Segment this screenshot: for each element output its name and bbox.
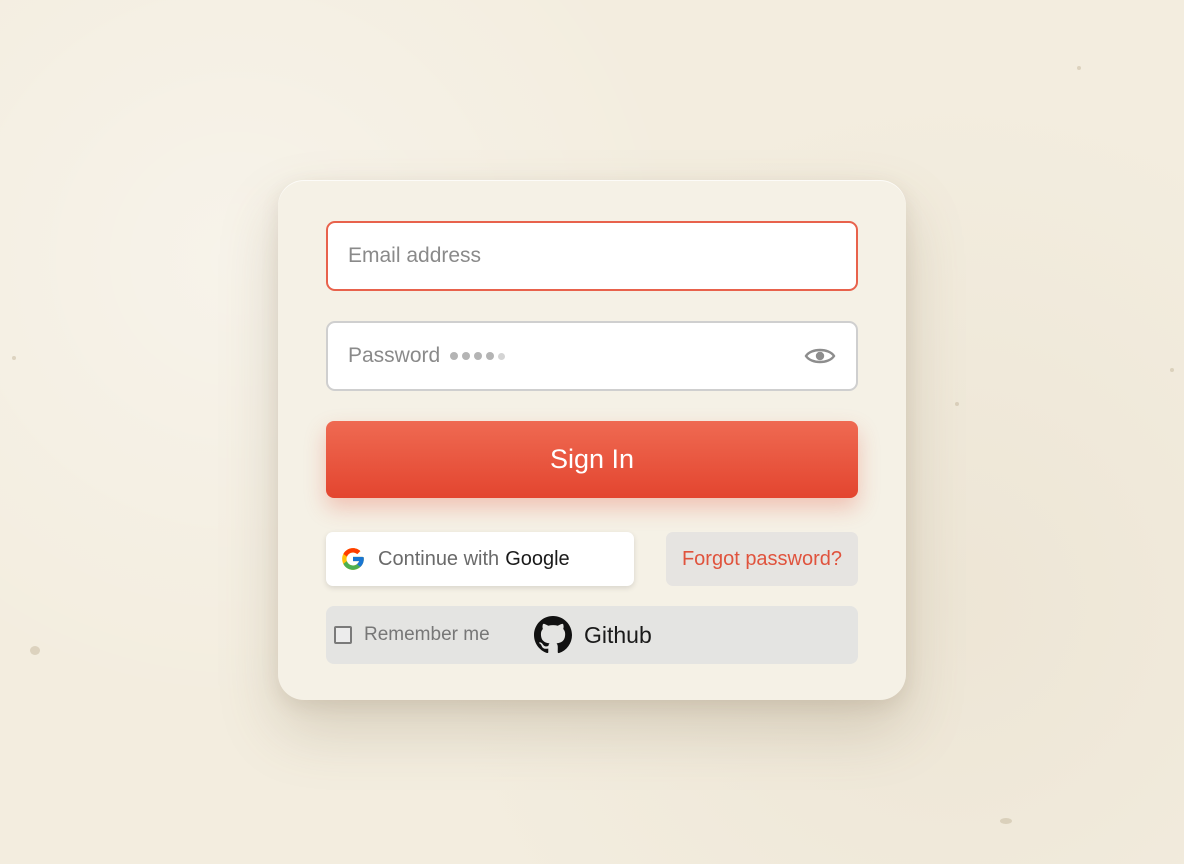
- paper-fleck: [1000, 818, 1012, 824]
- password-mask: [450, 352, 506, 360]
- mask-dot: [498, 352, 506, 360]
- remember-github-row: Remember me Github: [326, 606, 858, 664]
- email-field[interactable]: Email address: [326, 221, 858, 291]
- mask-dot: [474, 352, 483, 360]
- paper-fleck: [12, 356, 16, 360]
- remember-me-checkbox[interactable]: [334, 626, 352, 644]
- sign-in-button[interactable]: Sign In: [326, 421, 858, 498]
- google-icon: [342, 548, 364, 570]
- paper-fleck: [1077, 66, 1081, 70]
- google-button-label: Continue with: [378, 547, 500, 570]
- forgot-password-link[interactable]: Forgot password?: [666, 532, 858, 586]
- mask-dot: [486, 352, 495, 360]
- login-card: Email address Password Sign In Continue …: [278, 180, 906, 700]
- password-field[interactable]: Password: [326, 321, 858, 391]
- email-placeholder: Email address: [348, 244, 482, 267]
- remember-me-label: Remember me: [364, 624, 490, 645]
- eye-icon[interactable]: [804, 345, 836, 367]
- github-button-label: Github: [584, 621, 652, 648]
- github-icon: [534, 616, 572, 654]
- google-brand-label: Google: [505, 547, 570, 570]
- paper-fleck: [1170, 368, 1174, 372]
- continue-with-google-button[interactable]: Continue with Google: [326, 532, 634, 586]
- password-placeholder: Password: [348, 344, 441, 367]
- paper-fleck: [30, 646, 40, 655]
- remember-me-toggle[interactable]: Remember me: [334, 606, 490, 664]
- mask-dot: [462, 352, 471, 360]
- paper-fleck: [955, 402, 959, 406]
- mask-dot: [450, 352, 459, 360]
- github-button[interactable]: Github: [534, 606, 652, 664]
